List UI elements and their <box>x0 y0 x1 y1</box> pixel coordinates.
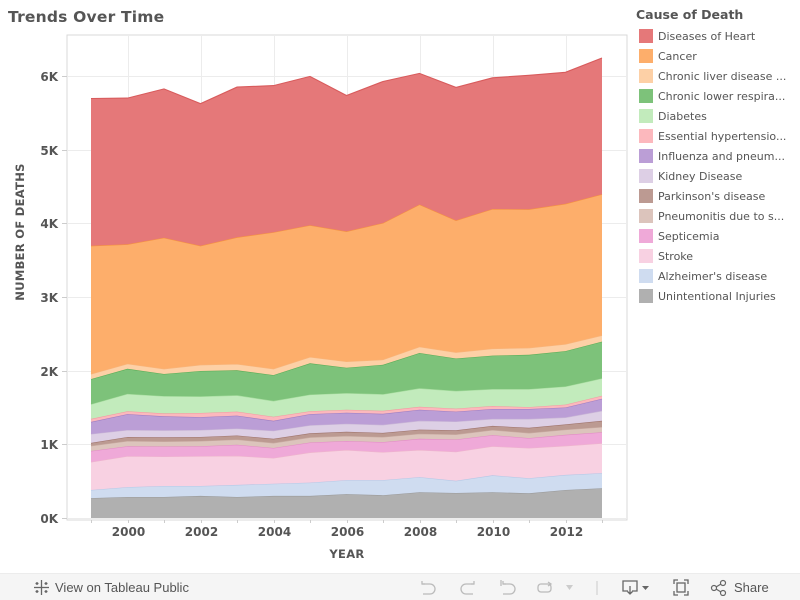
legend-item[interactable]: Chronic liver disease ... <box>636 66 800 86</box>
x-tick-label: 2006 <box>331 525 364 539</box>
legend-item[interactable]: Unintentional Injuries <box>636 286 800 306</box>
refresh-button[interactable] <box>536 579 554 596</box>
share-button[interactable]: Share <box>710 579 769 596</box>
legend-item[interactable]: Alzheimer's disease <box>636 266 800 286</box>
legend-label: Kidney Disease <box>658 169 743 183</box>
x-tick-label: 2008 <box>404 525 437 539</box>
y-tick-label: 4K <box>40 217 58 231</box>
share-label: Share <box>734 580 769 595</box>
y-axis-title: NUMBER OF DEATHS <box>13 163 27 300</box>
undo-icon <box>421 581 436 595</box>
view-on-tableau-label: View on Tableau Public <box>55 580 189 595</box>
legend-item[interactable]: Kidney Disease <box>636 166 800 186</box>
legend-swatch <box>639 69 653 83</box>
toolbar-divider <box>596 581 598 595</box>
legend-item[interactable]: Diabetes <box>636 106 800 126</box>
download-button[interactable] <box>621 579 653 596</box>
x-tick-label: 2012 <box>550 525 583 539</box>
legend-label: Influenza and pneum... <box>658 149 785 163</box>
x-tick-label: 2004 <box>258 525 291 539</box>
revert-button[interactable] <box>499 579 517 596</box>
legend-swatch <box>639 229 653 243</box>
legend-title: Cause of Death <box>636 7 744 22</box>
legend-swatch <box>639 29 653 43</box>
redo-icon <box>460 581 475 595</box>
legend-swatch <box>639 89 653 103</box>
legend-item[interactable]: Pneumonitis due to s... <box>636 206 800 226</box>
y-tick-label: 0K <box>40 512 58 526</box>
y-tick-label: 5K <box>40 144 58 158</box>
y-tick-label: 3K <box>40 291 58 305</box>
legend-label: Unintentional Injuries <box>658 289 776 303</box>
legend-label: Alzheimer's disease <box>658 269 768 283</box>
download-icon <box>622 580 649 595</box>
tableau-logo-icon <box>34 580 49 595</box>
bottom-toolbar: View on Tableau Public Share <box>0 573 800 600</box>
legend-item[interactable]: Diseases of Heart <box>636 26 800 46</box>
legend-item[interactable]: Cancer <box>636 46 800 66</box>
legend-label: Chronic lower respira... <box>658 89 786 103</box>
legend-label: Cancer <box>658 49 697 63</box>
legend-label: Diseases of Heart <box>658 29 756 43</box>
legend-label: Essential hypertensio... <box>658 129 787 143</box>
legend-label: Diabetes <box>658 109 707 123</box>
legend-swatch <box>639 49 653 63</box>
y-tick-label: 6K <box>40 70 58 84</box>
view-on-tableau-button[interactable]: View on Tableau Public <box>33 579 189 596</box>
revert-icon <box>500 580 516 595</box>
legend-swatch <box>639 189 653 203</box>
legend-item[interactable]: Septicemia <box>636 226 800 246</box>
legend-swatch <box>639 109 653 123</box>
legend-label: Chronic liver disease ... <box>658 69 787 83</box>
legend-label: Parkinson's disease <box>658 189 766 203</box>
fullscreen-icon <box>673 579 689 596</box>
legend-label: Pneumonitis due to s... <box>658 209 785 223</box>
fullscreen-button[interactable] <box>672 579 690 596</box>
x-tick-label: 2000 <box>112 525 145 539</box>
y-tick-label: 1K <box>40 438 58 452</box>
share-icon <box>710 579 727 596</box>
legend-item[interactable]: Essential hypertensio... <box>636 126 800 146</box>
redo-button[interactable] <box>459 579 477 596</box>
legend-swatch <box>639 289 653 303</box>
legend-item[interactable]: Parkinson's disease <box>636 186 800 206</box>
legend-label: Septicemia <box>658 229 720 243</box>
legend-swatch <box>639 169 653 183</box>
stacked-areas <box>90 57 603 518</box>
area-chart: 0K 1K 2K 3K 4K 5K 6K 2000 2002 2004 2006 2008 2010 20… <box>13 34 628 561</box>
legend-items: Diseases of Heart Cancer Chronic liver dis… <box>636 26 800 306</box>
legend-item[interactable]: Stroke <box>636 246 800 266</box>
dropdown-icon <box>566 585 573 590</box>
y-tick-label: 2K <box>40 365 58 379</box>
legend-item[interactable]: Influenza and pneum... <box>636 146 800 166</box>
legend-swatch <box>639 129 653 143</box>
undo-button[interactable] <box>419 579 437 596</box>
x-axis-title: YEAR <box>328 547 364 561</box>
legend-item[interactable]: Chronic lower respira... <box>636 86 800 106</box>
legend-label: Stroke <box>658 249 694 263</box>
legend: Cause of Death Diseases of Heart Cancer Ch… <box>636 6 800 306</box>
legend-swatch <box>639 149 653 163</box>
legend-swatch <box>639 249 653 263</box>
legend-swatch <box>639 209 653 223</box>
x-tick-label: 2010 <box>477 525 510 539</box>
refresh-dropdown-button[interactable] <box>565 583 574 591</box>
x-tick-label: 2002 <box>185 525 218 539</box>
legend-swatch <box>639 269 653 283</box>
refresh-icon <box>537 581 553 593</box>
